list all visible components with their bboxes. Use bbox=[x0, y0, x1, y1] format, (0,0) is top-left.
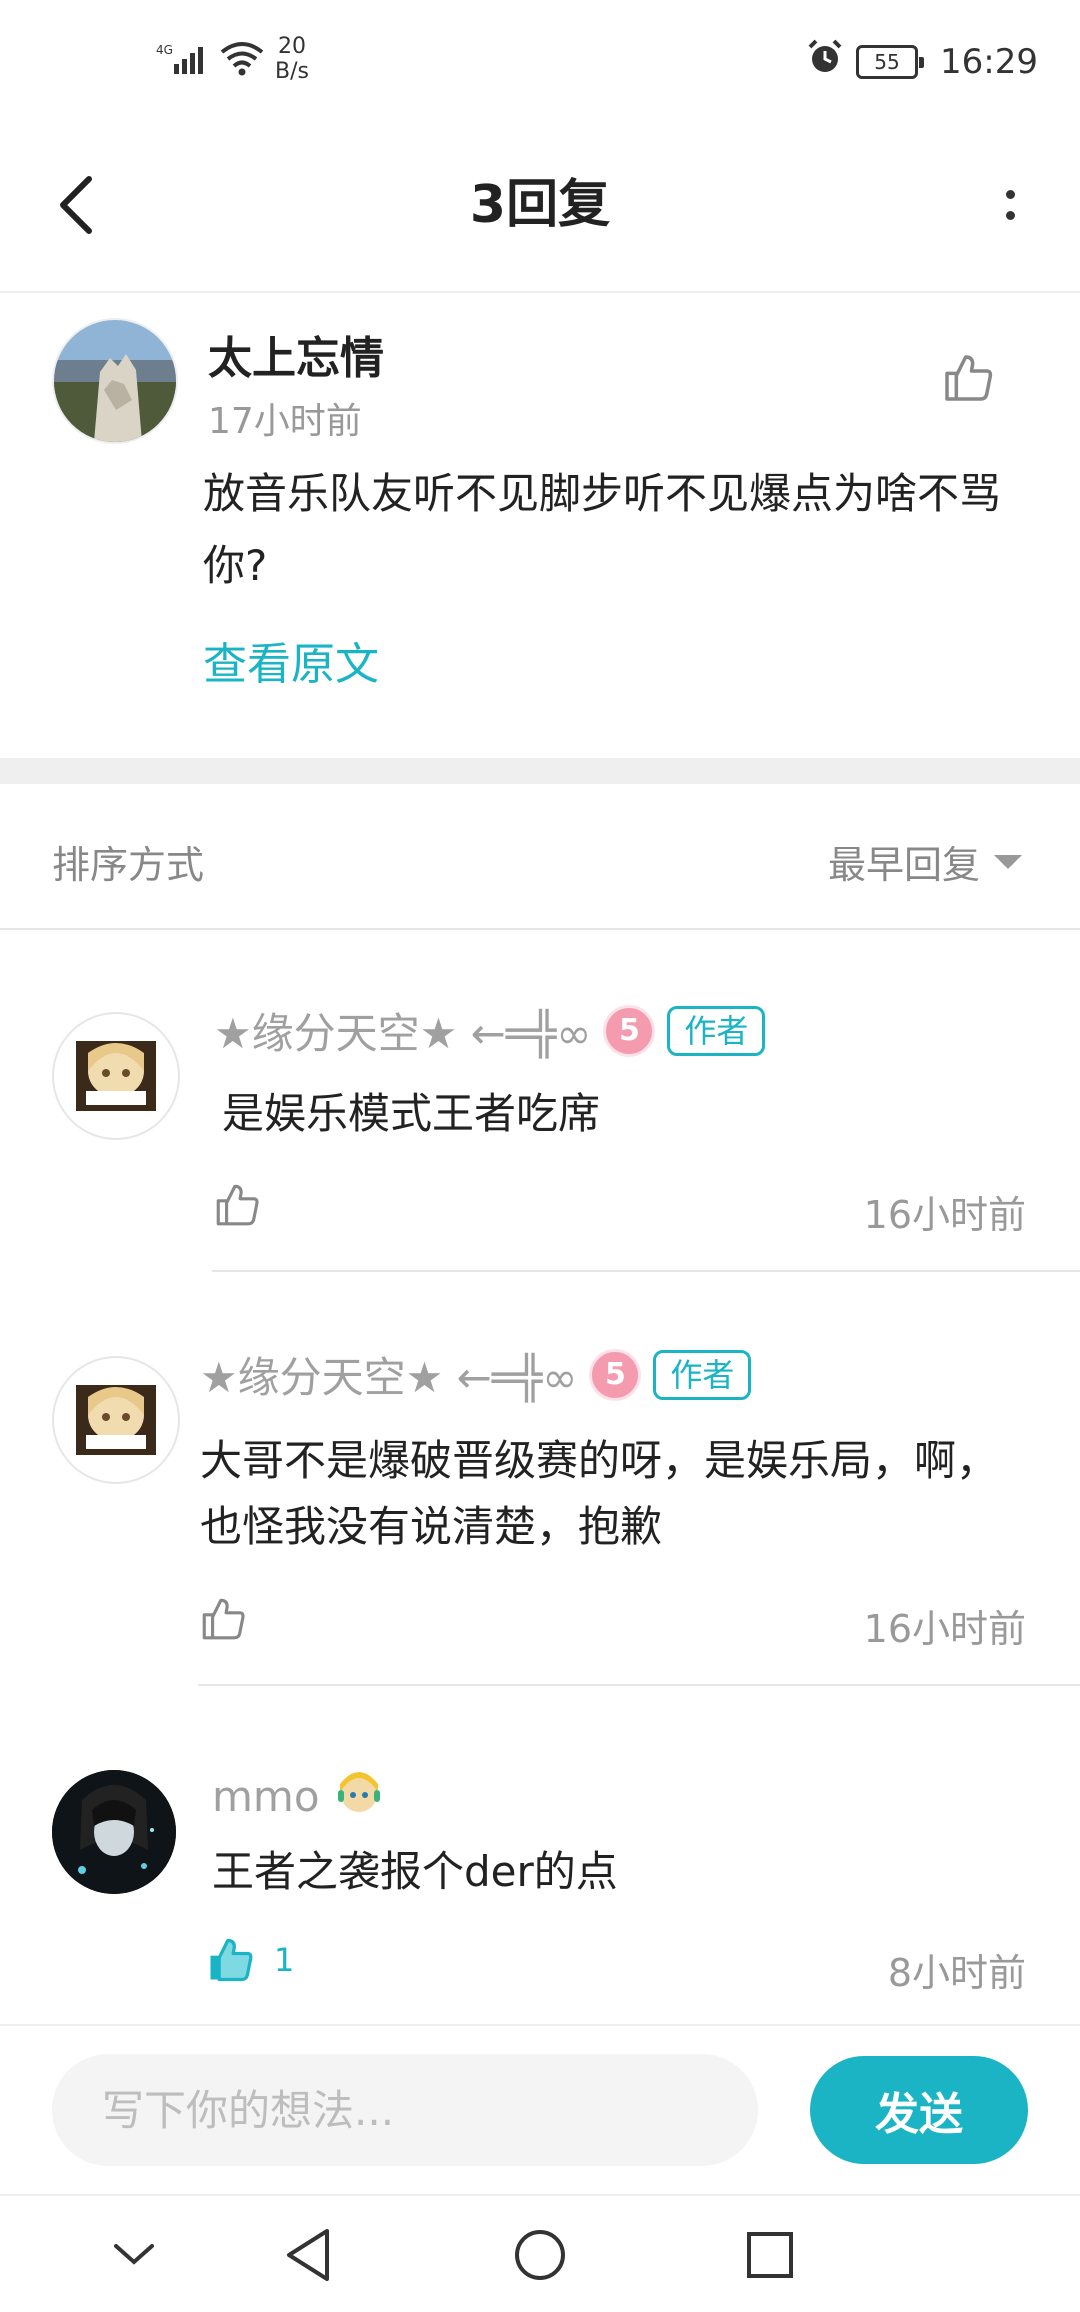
post-content: 放音乐队友听不见脚步听不见爆点为啥不骂你? bbox=[203, 469, 1002, 590]
reply-like-button[interactable] bbox=[198, 1594, 248, 1648]
triangle-back-icon bbox=[287, 2229, 329, 2281]
status-bar: 4G 20 B/s 55 16:29 bbox=[0, 0, 1080, 125]
author-tag: 作者 bbox=[653, 1349, 752, 1400]
thumbs-up-icon bbox=[945, 355, 993, 401]
reply-content: 大哥不是爆破晋级赛的呀，是娱乐局，啊，也怪我没有说清楚，抱歉 bbox=[200, 1436, 999, 1551]
thumbs-up-filled-icon bbox=[210, 1938, 253, 1982]
clock: 16:29 bbox=[940, 41, 1038, 82]
nav-back-button[interactable] bbox=[268, 2220, 348, 2290]
reply-avatar[interactable] bbox=[52, 1012, 180, 1140]
circle-home-icon bbox=[515, 2230, 565, 2280]
reply-author-name: mmo bbox=[212, 1771, 320, 1821]
page-title: 3回复 bbox=[469, 175, 611, 235]
nav-collapse-button[interactable] bbox=[94, 2220, 174, 2290]
alarm-icon bbox=[806, 38, 844, 85]
reply-author-name: ★缘分天空★ ←═╬∞ bbox=[214, 1009, 592, 1058]
reply-timestamp: 16小时前 bbox=[863, 1193, 1026, 1237]
reply-avatar[interactable] bbox=[52, 1356, 180, 1484]
nav-home-button[interactable] bbox=[500, 2220, 580, 2290]
battery-icon: 55 bbox=[856, 44, 925, 79]
post-like-button[interactable] bbox=[940, 350, 996, 406]
reply-author[interactable]: ★缘分天空★ ←═╬∞ 5 作者 bbox=[214, 1000, 766, 1061]
comment-input[interactable] bbox=[52, 2054, 758, 2166]
more-dot bbox=[1005, 211, 1015, 220]
status-right: 55 16:29 bbox=[806, 38, 1038, 85]
reply-author[interactable]: mmo bbox=[212, 1764, 386, 1828]
nav-recents-button[interactable] bbox=[730, 2220, 810, 2290]
reply-like-button[interactable] bbox=[212, 1180, 262, 1234]
reply-content: 王者之袭报个der的点 bbox=[212, 1847, 618, 1896]
thumbs-up-icon bbox=[216, 1184, 259, 1226]
reply-separator bbox=[198, 1684, 1080, 1686]
sort-dropdown[interactable]: 最早回复 bbox=[828, 834, 1022, 889]
thumbs-up-icon bbox=[202, 1598, 245, 1640]
level-badge: 5 bbox=[603, 1004, 656, 1057]
user-badge-icon bbox=[332, 1764, 386, 1828]
like-count: 1 bbox=[274, 1941, 295, 1979]
reply-content: 是娱乐模式王者吃席 bbox=[222, 1089, 601, 1138]
sort-value: 最早回复 bbox=[827, 843, 980, 887]
reply-author[interactable]: ★缘分天空★ ←═╬∞ 5 作者 bbox=[200, 1344, 752, 1405]
reply-author-name: ★缘分天空★ ←═╬∞ bbox=[200, 1353, 578, 1402]
chevron-down-icon bbox=[114, 2244, 154, 2265]
more-options-button[interactable] bbox=[980, 165, 1040, 245]
comment-input-bar: 发送 bbox=[0, 2024, 1080, 2196]
svg-text:4G: 4G bbox=[156, 43, 173, 57]
wifi-icon bbox=[220, 40, 264, 82]
system-nav-bar bbox=[0, 2194, 1080, 2312]
network-speed: 20 B/s bbox=[275, 34, 309, 84]
reply-timestamp: 8小时前 bbox=[887, 1951, 1026, 1995]
reply-separator bbox=[212, 1270, 1080, 1272]
dropdown-triangle-icon bbox=[994, 854, 1022, 869]
section-divider bbox=[0, 758, 1080, 784]
reply-timestamp: 16小时前 bbox=[863, 1607, 1026, 1651]
sort-label: 排序方式 bbox=[52, 843, 205, 887]
post-author-avatar[interactable] bbox=[52, 318, 178, 444]
more-dots-icon bbox=[1005, 190, 1015, 199]
view-original-link[interactable]: 查看原文 bbox=[203, 628, 379, 692]
sort-bar: 排序方式 最早回复 bbox=[0, 784, 1080, 930]
send-button[interactable]: 发送 bbox=[810, 2056, 1028, 2164]
reply-like-button[interactable]: 1 bbox=[204, 1934, 294, 1986]
post-author-name[interactable]: 太上忘情 bbox=[208, 322, 384, 386]
square-recents-icon bbox=[747, 2232, 793, 2278]
cellular-signal-icon: 4G bbox=[156, 42, 212, 81]
post-timestamp: 17小时前 bbox=[208, 401, 362, 442]
author-tag: 作者 bbox=[667, 1005, 766, 1056]
level-badge: 5 bbox=[589, 1348, 642, 1401]
reply-avatar[interactable] bbox=[52, 1770, 176, 1894]
header: 3回复 bbox=[0, 125, 1080, 293]
